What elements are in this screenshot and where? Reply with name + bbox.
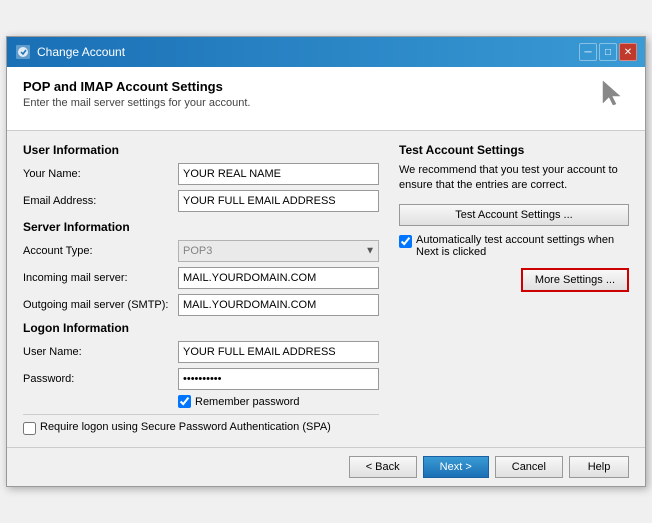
remember-password-checkbox[interactable] xyxy=(178,395,191,408)
next-button[interactable]: Next > xyxy=(423,456,489,478)
dialog-header: POP and IMAP Account Settings Enter the … xyxy=(7,67,645,131)
account-type-row: Account Type: POP3 IMAP ▼ xyxy=(23,240,379,262)
test-account-settings-button[interactable]: Test Account Settings ... xyxy=(399,204,629,226)
incoming-mail-label: Incoming mail server: xyxy=(23,272,178,284)
maximize-button[interactable]: □ xyxy=(599,43,617,61)
spa-label: Require logon using Secure Password Auth… xyxy=(40,421,331,433)
username-row: User Name: xyxy=(23,341,379,363)
header-title: POP and IMAP Account Settings xyxy=(23,79,250,94)
your-name-label: Your Name: xyxy=(23,168,178,180)
auto-test-checkbox[interactable] xyxy=(399,235,412,248)
auto-test-label: Automatically test account settings when… xyxy=(416,234,629,258)
more-settings-button[interactable]: More Settings ... xyxy=(521,268,629,292)
account-type-label: Account Type: xyxy=(23,245,178,257)
password-row: Password: xyxy=(23,368,379,390)
cursor-icon xyxy=(593,75,629,118)
your-name-input[interactable] xyxy=(178,163,379,185)
minimize-button[interactable]: ─ xyxy=(579,43,597,61)
auto-test-row: Automatically test account settings when… xyxy=(399,234,629,258)
divider xyxy=(23,414,379,415)
incoming-mail-row: Incoming mail server: xyxy=(23,267,379,289)
outgoing-mail-label: Outgoing mail server (SMTP): xyxy=(23,299,178,311)
email-address-row: Email Address: xyxy=(23,190,379,212)
title-bar-left: Change Account xyxy=(15,44,125,60)
email-address-label: Email Address: xyxy=(23,195,178,207)
outgoing-mail-input[interactable] xyxy=(178,294,379,316)
your-name-row: Your Name: xyxy=(23,163,379,185)
test-account-title: Test Account Settings xyxy=(399,143,629,157)
title-bar-controls: ─ □ ✕ xyxy=(579,43,637,61)
remember-password-label: Remember password xyxy=(195,396,300,408)
remember-password-row: Remember password xyxy=(178,395,379,408)
username-label: User Name: xyxy=(23,346,178,358)
username-input[interactable] xyxy=(178,341,379,363)
cancel-button[interactable]: Cancel xyxy=(495,456,563,478)
header-text: POP and IMAP Account Settings Enter the … xyxy=(23,79,250,109)
dialog-body: User Information Your Name: Email Addres… xyxy=(7,131,645,447)
right-panel: Test Account Settings We recommend that … xyxy=(399,143,629,435)
header-subtitle: Enter the mail server settings for your … xyxy=(23,97,250,109)
dialog-footer: < Back Next > Cancel Help xyxy=(7,447,645,486)
dialog-title: Change Account xyxy=(37,45,125,59)
spa-checkbox[interactable] xyxy=(23,422,36,435)
more-settings-wrapper: More Settings ... xyxy=(399,268,629,292)
dialog-icon xyxy=(15,44,31,60)
server-info-title: Server Information xyxy=(23,220,379,234)
close-button[interactable]: ✕ xyxy=(619,43,637,61)
account-type-select[interactable]: POP3 IMAP xyxy=(178,240,379,262)
title-bar: Change Account ─ □ ✕ xyxy=(7,37,645,67)
password-input[interactable] xyxy=(178,368,379,390)
logon-info-title: Logon Information xyxy=(23,321,379,335)
change-account-dialog: Change Account ─ □ ✕ POP and IMAP Accoun… xyxy=(6,36,646,487)
spa-row: Require logon using Secure Password Auth… xyxy=(23,421,379,435)
password-label: Password: xyxy=(23,373,178,385)
left-panel: User Information Your Name: Email Addres… xyxy=(23,143,379,435)
help-button[interactable]: Help xyxy=(569,456,629,478)
back-button[interactable]: < Back xyxy=(349,456,417,478)
user-info-title: User Information xyxy=(23,143,379,157)
test-account-desc: We recommend that you test your account … xyxy=(399,163,629,194)
incoming-mail-input[interactable] xyxy=(178,267,379,289)
account-type-dropdown-wrapper: POP3 IMAP ▼ xyxy=(178,240,379,262)
email-address-input[interactable] xyxy=(178,190,379,212)
outgoing-mail-row: Outgoing mail server (SMTP): xyxy=(23,294,379,316)
